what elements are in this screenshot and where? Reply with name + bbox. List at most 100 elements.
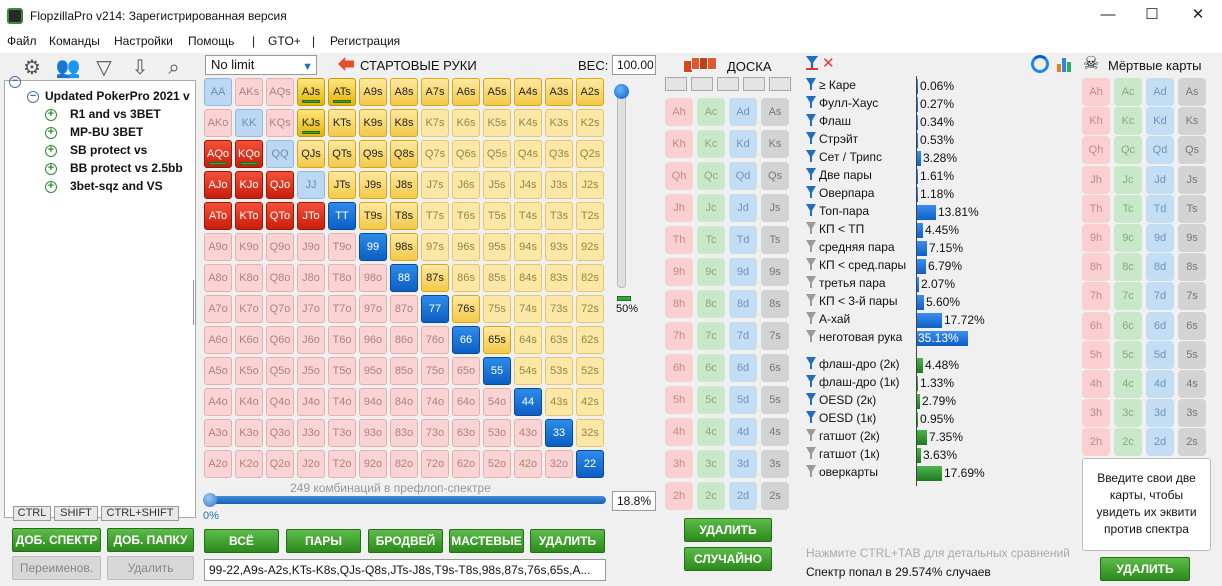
hand-cell[interactable]: A6s <box>452 78 480 106</box>
card-6d[interactable]: 6d <box>1146 311 1174 340</box>
game-type-select[interactable]: No limit ▼ <box>205 55 317 75</box>
hand-cell[interactable]: 73s <box>545 295 573 323</box>
card-5c[interactable]: 5c <box>1114 340 1142 369</box>
filter-icon[interactable] <box>806 465 816 477</box>
hand-cell[interactable]: 95o <box>359 357 387 385</box>
expand-icon[interactable]: + <box>45 127 57 139</box>
hand-cell[interactable]: K8s <box>390 109 418 137</box>
hand-cell[interactable]: 53o <box>483 419 511 447</box>
hand-cell[interactable]: 42o <box>514 450 542 478</box>
hand-cell[interactable]: A5s <box>483 78 511 106</box>
card-Kh[interactable]: Kh <box>1082 107 1110 136</box>
card-As[interactable]: As <box>761 98 789 126</box>
filter-icon[interactable] <box>806 96 816 108</box>
filter-icon[interactable] <box>806 393 816 405</box>
tree-root-item[interactable]: Updated PokerPro 2021 v <box>45 89 195 103</box>
maximize-button[interactable]: ☐ <box>1142 6 1162 24</box>
card-5h[interactable]: 5h <box>1082 340 1110 369</box>
hand-cell[interactable]: 66 <box>452 326 480 354</box>
filter-icon[interactable] <box>806 258 816 270</box>
hand-cell[interactable]: QTo <box>266 202 294 230</box>
hand-cell[interactable]: JTo <box>297 202 325 230</box>
hand-cell[interactable]: 32o <box>545 450 573 478</box>
hand-cell[interactable]: 82s <box>576 264 604 292</box>
hand-cell[interactable]: A3s <box>545 78 573 106</box>
filter-icon[interactable] <box>806 132 816 144</box>
hand-cell[interactable]: Q8o <box>266 264 294 292</box>
hand-cell[interactable]: K9o <box>235 233 263 261</box>
card-3c[interactable]: 3c <box>697 450 725 478</box>
hand-cell[interactable]: K3s <box>545 109 573 137</box>
hand-cell[interactable]: J6o <box>297 326 325 354</box>
stat-row[interactable]: А-хай <box>806 312 850 329</box>
hand-cell[interactable]: J5s <box>483 171 511 199</box>
hand-cell[interactable]: KTo <box>235 202 263 230</box>
hand-cell[interactable]: A6o <box>204 326 232 354</box>
tree-item[interactable]: R1 and vs 3BET <box>70 107 161 121</box>
stat-row[interactable]: Две пары <box>806 168 872 185</box>
hand-cell[interactable]: Q9s <box>359 140 387 168</box>
hand-cell[interactable]: J6s <box>452 171 480 199</box>
card-Ac[interactable]: Ac <box>1114 78 1142 106</box>
card-2s[interactable]: 2s <box>1178 428 1206 457</box>
card-7d[interactable]: 7d <box>729 322 757 350</box>
hand-cell[interactable]: 53s <box>545 357 573 385</box>
hand-cell[interactable]: 99 <box>359 233 387 261</box>
filter-icon[interactable] <box>806 186 816 198</box>
card-Th[interactable]: Th <box>1082 194 1110 223</box>
hand-cell[interactable]: QJo <box>266 171 294 199</box>
range-percent-input[interactable]: 18.8% <box>612 491 656 511</box>
card-8h[interactable]: 8h <box>665 290 693 318</box>
hand-cell[interactable]: QJs <box>297 140 325 168</box>
hand-cell[interactable]: K4s <box>514 109 542 137</box>
board-delete-button[interactable]: УДАЛИТЬ <box>684 518 772 542</box>
minimize-button[interactable]: — <box>1098 6 1118 24</box>
card-4d[interactable]: 4d <box>1146 370 1174 398</box>
card-8d[interactable]: 8d <box>1146 253 1174 282</box>
hand-cell[interactable]: K2o <box>235 450 263 478</box>
card-9c[interactable]: 9c <box>697 258 725 286</box>
filter-icon[interactable] <box>806 114 816 126</box>
hand-cell[interactable]: J7o <box>297 295 325 323</box>
hand-cell[interactable]: 94s <box>514 233 542 261</box>
stat-row[interactable]: Стрэйт <box>806 132 858 149</box>
stat-row[interactable]: гатшот (1к) <box>806 447 880 464</box>
card-Kh[interactable]: Kh <box>665 130 693 158</box>
hand-cell[interactable]: KQo <box>235 140 263 168</box>
hand-cell[interactable]: Q4o <box>266 388 294 416</box>
hand-cell[interactable]: T3o <box>328 419 356 447</box>
filter-icon[interactable] <box>806 375 816 387</box>
hand-cell[interactable]: Q5s <box>483 140 511 168</box>
hand-cell[interactable]: 96s <box>452 233 480 261</box>
hand-cell[interactable]: 32s <box>576 419 604 447</box>
card-Ks[interactable]: Ks <box>761 130 789 158</box>
card-Qd[interactable]: Qd <box>729 162 757 190</box>
hand-cell[interactable]: J4o <box>297 388 325 416</box>
hand-cell[interactable]: A2o <box>204 450 232 478</box>
card-5c[interactable]: 5c <box>697 386 725 414</box>
card-As[interactable]: As <box>1178 78 1206 106</box>
hand-cell[interactable]: 42s <box>576 388 604 416</box>
hand-cell[interactable]: 76o <box>421 326 449 354</box>
menu-commands[interactable]: Команды <box>49 34 100 48</box>
card-Js[interactable]: Js <box>761 194 789 222</box>
hand-cell[interactable]: 94o <box>359 388 387 416</box>
card-3s[interactable]: 3s <box>761 450 789 478</box>
hand-cell[interactable]: T2o <box>328 450 356 478</box>
hand-cell[interactable]: 74o <box>421 388 449 416</box>
card-Ks[interactable]: Ks <box>1178 107 1206 136</box>
card-6c[interactable]: 6c <box>1114 311 1142 340</box>
card-6h[interactable]: 6h <box>665 354 693 382</box>
hand-cell[interactable]: QQ <box>266 140 294 168</box>
stat-row[interactable]: Топ-пара <box>806 204 869 221</box>
filter-icon[interactable] <box>806 312 816 324</box>
range-text-input[interactable]: 99-22,A9s-A2s,KTs-K8s,QJs-Q8s,JTs-J8s,T9… <box>204 559 606 581</box>
card-5s[interactable]: 5s <box>1178 340 1206 369</box>
stat-row[interactable]: ≥ Каре <box>806 78 856 95</box>
card-8h[interactable]: 8h <box>1082 253 1110 282</box>
card-Qh[interactable]: Qh <box>1082 136 1110 165</box>
hand-cell[interactable]: Q2o <box>266 450 294 478</box>
menu-help[interactable]: Помощь <box>188 34 234 48</box>
card-8s[interactable]: 8s <box>1178 253 1206 282</box>
card-2h[interactable]: 2h <box>665 482 693 510</box>
